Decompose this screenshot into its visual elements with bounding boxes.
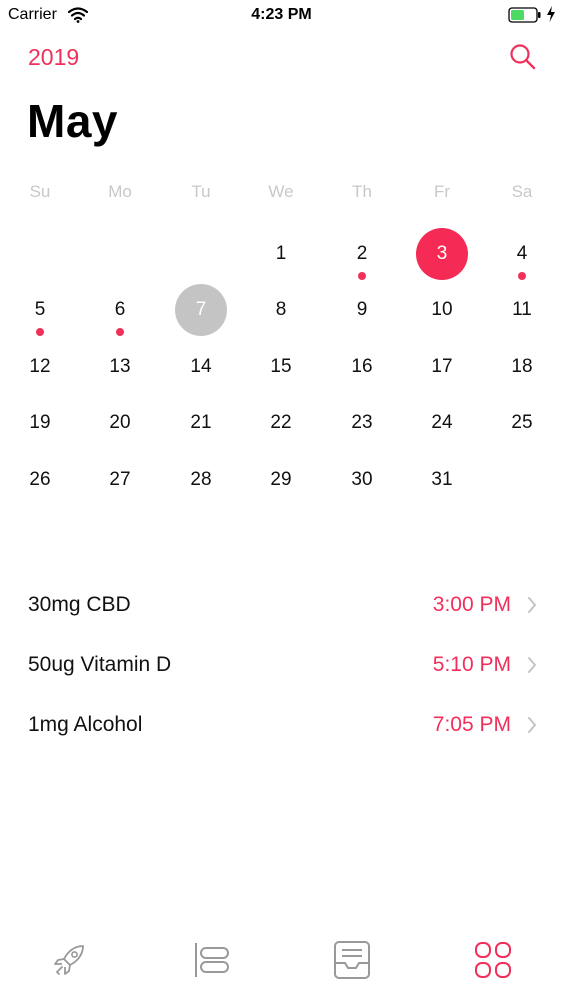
- calendar-day[interactable]: 3: [416, 228, 468, 280]
- calendar-day[interactable]: 12: [14, 341, 66, 393]
- grid-icon[interactable]: [471, 938, 515, 982]
- dose-time: 7:05 PM: [432, 713, 511, 736]
- tab-bar: [0, 920, 563, 1000]
- calendar-day[interactable]: 26: [14, 454, 66, 506]
- day-number: 8: [275, 299, 287, 320]
- calendar-day[interactable]: 19: [14, 397, 66, 449]
- day-number: 12: [29, 356, 51, 377]
- day-number: 23: [351, 412, 373, 433]
- calendar-day[interactable]: 20: [94, 397, 146, 449]
- search-icon[interactable]: [508, 42, 538, 72]
- calendar-day[interactable]: 16: [336, 341, 388, 393]
- battery-icon: [508, 7, 541, 23]
- day-number: 27: [109, 469, 131, 490]
- day-number: 15: [270, 356, 292, 377]
- status-time: 4:23 PM: [251, 6, 312, 23]
- weekday-label: Mo: [108, 182, 132, 201]
- calendar-day[interactable]: 4: [496, 228, 548, 280]
- timeline-icon[interactable]: [188, 938, 232, 982]
- event-dot: [358, 272, 366, 280]
- calendar-day[interactable]: 21: [175, 397, 227, 449]
- dose-row[interactable]: 1mg Alcohol 7:05 PM: [0, 699, 563, 755]
- calendar-day[interactable]: 8: [255, 284, 307, 336]
- calendar-day[interactable]: 23: [336, 397, 388, 449]
- dose-name: 1mg Alcohol: [28, 713, 143, 736]
- charging-icon: [547, 6, 555, 22]
- dose-time: 5:10 PM: [432, 653, 511, 676]
- day-number: 28: [190, 469, 212, 490]
- dose-name: 50ug Vitamin D: [28, 653, 172, 676]
- day-number: 19: [29, 412, 51, 433]
- day-number: 1: [275, 243, 287, 264]
- weekday-label: Fr: [433, 182, 451, 201]
- chevron-right-icon: [528, 717, 536, 733]
- day-number: 3: [416, 228, 468, 280]
- dose-name: 30mg CBD: [28, 593, 131, 616]
- dose-row[interactable]: 50ug Vitamin D 5:10 PM: [0, 639, 563, 695]
- day-number: 26: [29, 469, 51, 490]
- calendar-day[interactable]: 28: [175, 454, 227, 506]
- calendar-day[interactable]: 30: [336, 454, 388, 506]
- day-number: 30: [351, 469, 373, 490]
- day-number: 25: [511, 412, 533, 433]
- rocket-icon[interactable]: [49, 938, 93, 982]
- calendar-day[interactable]: 5: [14, 284, 66, 336]
- day-number: 11: [512, 299, 532, 320]
- year-button[interactable]: 2019: [28, 44, 79, 71]
- day-number: 9: [356, 299, 368, 320]
- weekday-label: We: [268, 182, 294, 201]
- weekday-label: Tu: [191, 182, 211, 201]
- day-number: 10: [431, 299, 453, 320]
- day-number: 21: [190, 412, 212, 433]
- calendar-day[interactable]: 10: [416, 284, 468, 336]
- calendar-day[interactable]: 24: [416, 397, 468, 449]
- calendar-day[interactable]: 11: [496, 284, 548, 336]
- calendar-day[interactable]: 31: [416, 454, 468, 506]
- day-number: 13: [109, 356, 131, 377]
- day-number: 24: [431, 412, 453, 433]
- calendar-day[interactable]: 7: [175, 284, 227, 336]
- calendar-day[interactable]: 14: [175, 341, 227, 393]
- calendar-day[interactable]: 9: [336, 284, 388, 336]
- event-dot: [116, 328, 124, 336]
- day-number: 31: [431, 469, 453, 490]
- chevron-right-icon: [528, 657, 536, 673]
- day-number: 20: [109, 412, 131, 433]
- day-number: 7: [175, 284, 227, 336]
- calendar-day[interactable]: 1: [255, 228, 307, 280]
- day-number: 16: [351, 356, 373, 377]
- calendar-day[interactable]: 27: [94, 454, 146, 506]
- day-number: 14: [190, 356, 212, 377]
- day-number: 29: [270, 469, 292, 490]
- event-dot: [36, 328, 44, 336]
- calendar-day[interactable]: 22: [255, 397, 307, 449]
- weekday-label: Th: [352, 182, 372, 201]
- calendar-day[interactable]: 13: [94, 341, 146, 393]
- inbox-icon[interactable]: [330, 938, 374, 982]
- day-number: 17: [431, 356, 453, 377]
- calendar-day[interactable]: 29: [255, 454, 307, 506]
- dose-time: 3:00 PM: [432, 593, 511, 616]
- calendar-day[interactable]: 2: [336, 228, 388, 280]
- calendar-day[interactable]: 17: [416, 341, 468, 393]
- chevron-right-icon: [528, 597, 536, 613]
- dose-row[interactable]: 30mg CBD 3:00 PM: [0, 579, 563, 635]
- calendar-day[interactable]: 18: [496, 341, 548, 393]
- weekday-label: Su: [29, 182, 51, 201]
- calendar-day[interactable]: 15: [255, 341, 307, 393]
- event-dot: [518, 272, 526, 280]
- calendar-day[interactable]: 25: [496, 397, 548, 449]
- weekday-label: Sa: [511, 182, 533, 201]
- calendar-day[interactable]: 6: [94, 284, 146, 336]
- day-number: 22: [270, 412, 292, 433]
- status-bar: Carrier 4:23 PM: [0, 0, 563, 30]
- day-number: 18: [511, 356, 533, 377]
- month-title: May: [27, 95, 118, 147]
